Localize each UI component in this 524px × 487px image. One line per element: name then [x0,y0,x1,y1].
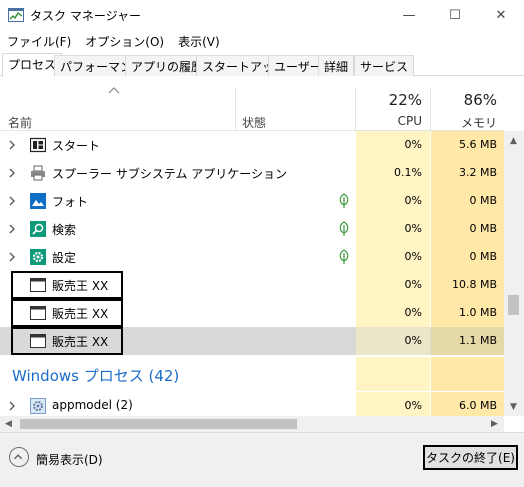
section-header: Windows プロセス (42) [0,357,504,391]
memory-value: 3.2 MB [458,166,497,179]
column-state-header[interactable]: 状態 [242,114,266,131]
service-gear-icon [30,398,46,414]
menu-file[interactable]: ファイル(F) [0,30,78,52]
suspended-leaf-icon [339,249,349,264]
memory-value: 1.1 MB [458,334,497,347]
cpu-value: 0% [404,138,422,151]
photos-icon [30,193,46,209]
title-bar: タスク マネージャー — ☐ ✕ [0,0,524,30]
tab-details[interactable]: 詳細 [318,55,355,76]
highlight-box [11,299,123,327]
search-icon [30,221,46,237]
column-divider [235,88,236,131]
sort-ascending-icon[interactable] [108,86,120,94]
memory-value: 0 MB [469,250,497,263]
chevron-right-icon[interactable] [8,400,16,412]
table-row[interactable]: 販売王 XX 0% 10.8 MB [0,271,504,299]
memory-value: 6.0 MB [458,399,497,412]
memory-total-percent[interactable]: 86% [431,91,497,109]
minimize-button[interactable]: — [386,0,432,30]
cpu-value: 0.1% [394,166,422,179]
scroll-up-icon[interactable]: ▲ [510,136,517,146]
table-row[interactable]: スタート 0% 5.6 MB [0,131,504,159]
cpu-value: 0% [404,306,422,319]
menu-bar: ファイル(F) オプション(O) 表示(V) [0,30,524,52]
cpu-value: 0% [404,194,422,207]
settings-gear-icon [30,249,46,265]
table-row-selected[interactable]: 販売王 XX 0% 1.1 MB [0,327,504,355]
table-row[interactable]: 検索 0% 0 MB [0,215,504,243]
cpu-total-percent[interactable]: 22% [356,91,422,109]
table-row[interactable]: スプーラー サブシステム アプリケーション 0.1% 3.2 MB [0,159,504,187]
process-name: 検索 [52,223,77,237]
memory-value: 1.0 MB [458,306,497,319]
chevron-right-icon[interactable] [8,251,16,263]
window-title: タスク マネージャー [30,9,141,23]
suspended-leaf-icon [339,221,349,236]
column-cpu-header[interactable]: CPU [356,114,422,128]
process-list: スタート 0% 5.6 MB スプーラー サブシステム アプリケーション 0.1… [0,131,504,416]
column-name-header[interactable]: 名前 [8,114,32,131]
highlight-box [11,327,123,355]
process-name: スプーラー サブシステム アプリケーション [52,167,288,181]
cpu-value: 0% [404,250,422,263]
process-name: フォト [52,195,89,209]
tab-processes[interactable]: プロセス [2,53,63,77]
chevron-right-icon[interactable] [8,167,16,179]
close-button[interactable]: ✕ [478,0,524,30]
end-task-button[interactable]: タスクの終了(E) [423,445,518,470]
table-row[interactable]: フォト 0% 0 MB [0,187,504,215]
cpu-cell-bg [356,357,430,391]
chevron-right-icon[interactable] [8,195,16,207]
cpu-value: 0% [404,222,422,235]
scroll-left-icon[interactable]: ◀ [5,419,12,429]
task-manager-icon [8,8,24,22]
memory-value: 5.6 MB [458,138,497,151]
menu-options[interactable]: オプション(O) [78,30,171,52]
process-name: 設定 [52,251,77,265]
cpu-value: 0% [404,278,422,291]
menu-view[interactable]: 表示(V) [171,30,227,52]
process-name: appmodel (2) [52,398,133,412]
scroll-right-icon[interactable]: ▶ [491,419,498,429]
footer: 簡易表示(D) タスクの終了(E) [0,432,524,487]
column-memory-header[interactable]: メモリ [431,114,497,131]
column-header: 名前 状態 22% CPU 86% メモリ [0,76,504,131]
start-app-icon [30,137,46,153]
suspended-leaf-icon [339,193,349,208]
printer-icon [31,165,45,181]
vertical-scrollbar[interactable] [504,131,524,416]
table-row[interactable]: 販売王 XX 0% 1.0 MB [0,299,504,327]
chevron-right-icon[interactable] [8,223,16,235]
table-row[interactable]: appmodel (2) 0% 6.0 MB [0,392,504,416]
chevron-right-icon[interactable] [8,139,16,151]
memory-cell-bg [431,357,504,391]
highlight-box [11,271,123,299]
maximize-button[interactable]: ☐ [432,0,478,30]
fewer-details-link[interactable]: 簡易表示(D) [36,451,103,468]
collapse-chevron-icon[interactable] [9,447,29,467]
table-row[interactable]: 設定 0% 0 MB [0,243,504,271]
vertical-scroll-thumb[interactable] [508,295,519,315]
cpu-value: 0% [404,334,422,347]
scroll-down-icon[interactable]: ▼ [510,402,517,412]
cpu-value: 0% [404,399,422,412]
memory-value: 0 MB [469,222,497,235]
memory-value: 10.8 MB [451,278,497,291]
memory-value: 0 MB [469,194,497,207]
horizontal-scroll-thumb[interactable] [20,419,297,429]
tab-bar: プロセス パフォーマンス アプリの履歴 スタートアップ ユーザー 詳細 サービス [0,53,524,77]
process-name: スタート [52,139,101,153]
section-title: Windows プロセス (42) [12,367,180,385]
tab-services[interactable]: サービス [354,55,415,76]
